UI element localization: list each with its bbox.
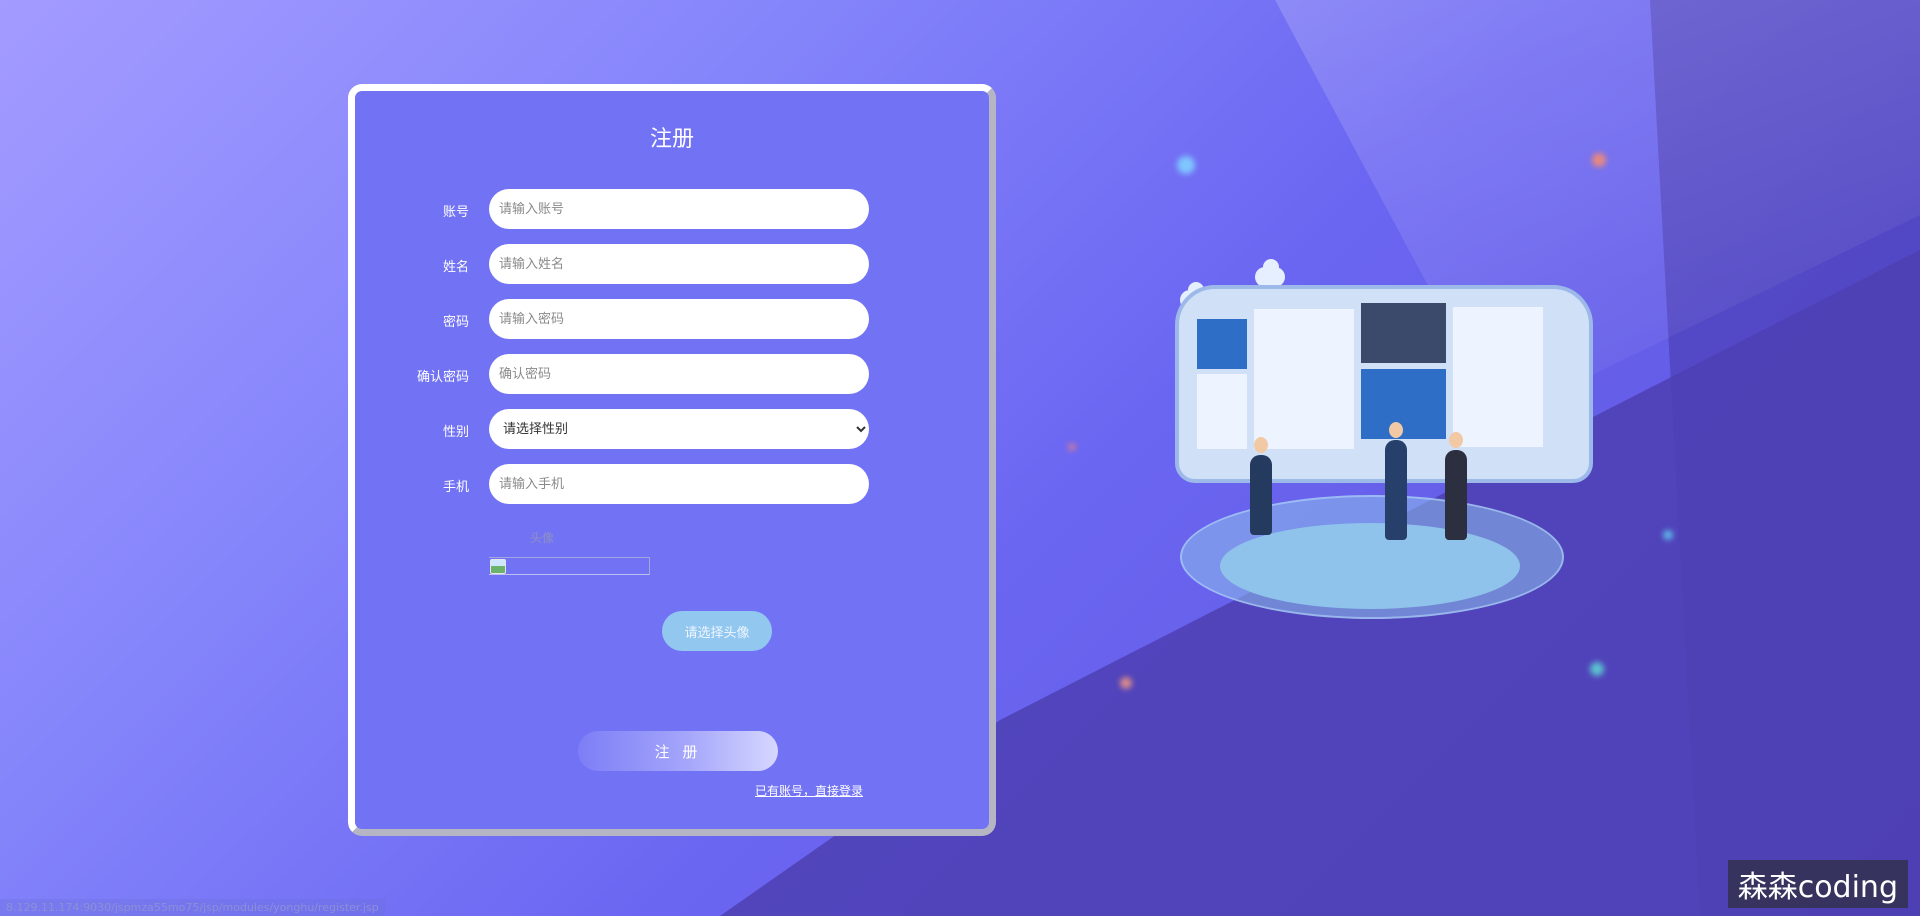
confirm-password-label: 确认密码	[416, 370, 469, 385]
password-label: 密码	[442, 315, 469, 330]
data-screen-illustration	[1160, 255, 1600, 635]
choose-avatar-button[interactable]: 请选择头像	[662, 611, 772, 651]
account-label: 账号	[442, 205, 469, 220]
account-row: 账号	[355, 189, 989, 229]
glow-dot	[1120, 677, 1132, 689]
cloud-icon	[1255, 259, 1285, 287]
login-link[interactable]: 已有账号，直接登录	[755, 782, 863, 799]
glow-dot	[1663, 530, 1673, 540]
person-head	[1389, 422, 1403, 438]
gender-label: 性别	[442, 425, 469, 440]
bar-chart-tile	[1197, 319, 1247, 369]
image-tile	[1361, 303, 1446, 363]
password-input[interactable]	[489, 299, 869, 339]
person-figure	[1250, 437, 1272, 535]
avatar-preview	[489, 557, 650, 575]
watermark: 森森coding	[1727, 860, 1908, 908]
account-input[interactable]	[489, 189, 869, 229]
avatar-label: 头像	[530, 531, 555, 545]
person-figure	[1445, 432, 1467, 540]
name-row: 姓名	[355, 244, 989, 284]
wave-chart-tile	[1361, 369, 1446, 439]
broken-image-icon	[490, 559, 506, 574]
glow-dot	[1590, 662, 1604, 676]
glow-dot	[1592, 153, 1606, 167]
gender-select[interactable]: 请选择性别	[489, 409, 869, 449]
person-head	[1254, 437, 1268, 453]
name-label: 姓名	[442, 260, 469, 275]
phone-row: 手机	[355, 464, 989, 504]
area-chart-tile	[1197, 374, 1247, 449]
page-title: 注册	[649, 127, 694, 152]
dashboard-screen	[1175, 285, 1593, 483]
person-figure	[1385, 422, 1407, 540]
gender-row: 性别 请选择性别	[355, 409, 989, 449]
person-head	[1449, 432, 1463, 448]
phone-label: 手机	[442, 480, 469, 495]
password-row: 密码	[355, 299, 989, 339]
confirm-password-input[interactable]	[489, 354, 869, 394]
name-input[interactable]	[489, 244, 869, 284]
line-chart-tile	[1254, 309, 1354, 449]
register-panel: 注册 账号 姓名 密码 确认密码 性别 请选择性别 手机 头像 请选择头像 注 …	[348, 84, 996, 836]
phone-input[interactable]	[489, 464, 869, 504]
list-tile	[1453, 307, 1543, 447]
register-button[interactable]: 注 册	[578, 731, 778, 771]
glow-dot	[1068, 443, 1076, 451]
status-bar-url: 8.129.11.174:9030/jspmza55mo75/jsp/modul…	[0, 899, 385, 916]
glow-dot	[1177, 156, 1195, 174]
confirm-password-row: 确认密码	[355, 354, 989, 394]
platform-base	[1220, 523, 1520, 609]
